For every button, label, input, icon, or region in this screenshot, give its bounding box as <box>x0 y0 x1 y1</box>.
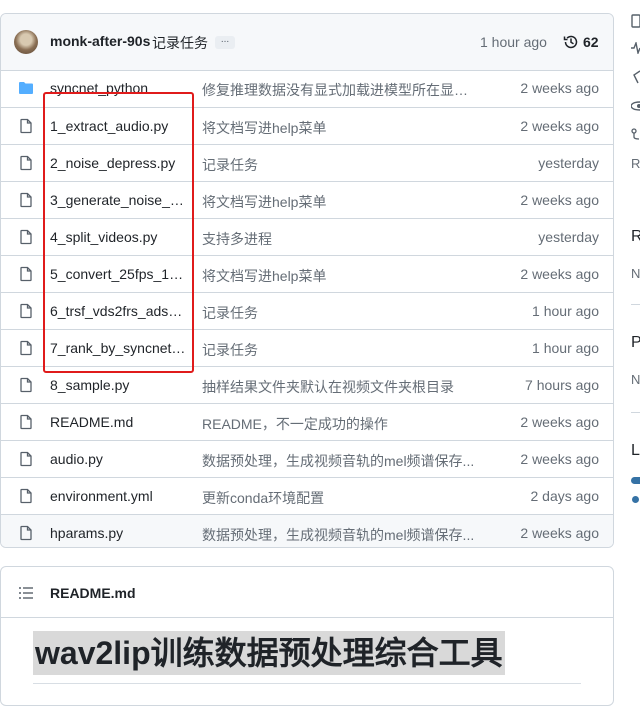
file-commit-age: 1 hour ago <box>532 303 599 319</box>
file-name-link[interactable]: 3_generate_noise_d... <box>50 192 186 208</box>
language-dot[interactable] <box>632 496 639 503</box>
commit-message[interactable]: 记录任务 <box>152 33 208 53</box>
sidebar-divider <box>631 304 640 305</box>
readme-title[interactable]: README.md <box>50 585 136 601</box>
sidebar-divider <box>631 412 640 413</box>
file-commit-message[interactable]: 修复推理数据没有显式加载进模型所在显卡... <box>202 80 479 100</box>
file-row[interactable]: 3_generate_noise_d... 将文档写进help菜单 2 weeks … <box>1 181 613 218</box>
file-icon <box>18 266 34 287</box>
sidebar-packages-empty: N <box>631 372 640 387</box>
file-commit-message[interactable]: 记录任务 <box>202 155 479 175</box>
file-name-link[interactable]: 8_sample.py <box>50 377 186 393</box>
file-row[interactable]: 5_convert_25fps_16... 将文档写进help菜单 2 weeks … <box>1 255 613 292</box>
file-commit-age: yesterday <box>538 229 599 245</box>
file-row[interactable]: environment.yml 更新conda环境配置 2 days ago <box>1 477 613 514</box>
file-icon <box>18 377 34 398</box>
file-name-link[interactable]: audio.py <box>50 451 186 467</box>
file-commit-age: 2 weeks ago <box>520 118 599 134</box>
star-icon[interactable] <box>631 70 640 84</box>
sidebar-packages-heading[interactable]: P <box>631 334 640 352</box>
file-icon <box>18 155 34 176</box>
file-name-link[interactable]: environment.yml <box>50 488 186 504</box>
file-commit-message[interactable]: 记录任务 <box>202 303 479 323</box>
commit-time[interactable]: 1 hour ago <box>480 34 547 50</box>
latest-commit-bar: monk-after-90s 记录任务 ... 1 hour ago 62 <box>1 14 613 71</box>
file-name-link[interactable]: 5_convert_25fps_16... <box>50 266 186 282</box>
file-icon <box>18 488 34 509</box>
file-icon <box>18 118 34 139</box>
file-commit-age: 2 weeks ago <box>520 525 599 541</box>
avatar[interactable] <box>14 30 38 54</box>
history-icon[interactable] <box>563 34 579 50</box>
file-name-link[interactable]: 4_split_videos.py <box>50 229 186 245</box>
file-commit-age: 2 weeks ago <box>520 192 599 208</box>
file-commit-age: 2 weeks ago <box>520 414 599 430</box>
file-commit-age: 2 weeks ago <box>520 80 599 96</box>
file-commit-message[interactable]: 数据预处理，生成视频音轨的mel频谱保存... <box>202 451 479 471</box>
file-row[interactable]: hparams.py 数据预处理，生成视频音轨的mel频谱保存... 2 weeks… <box>1 514 613 547</box>
file-name-link[interactable]: 2_noise_depress.py <box>50 155 186 171</box>
commit-count[interactable]: 62 <box>583 34 599 50</box>
file-name-link[interactable]: syncnet_python <box>50 80 186 96</box>
file-name-link[interactable]: 1_extract_audio.py <box>50 118 186 134</box>
file-icon <box>18 229 34 250</box>
sidebar-releases-heading[interactable]: R <box>631 228 640 246</box>
file-commit-message[interactable]: 支持多进程 <box>202 229 479 249</box>
file-icon <box>18 303 34 324</box>
file-row[interactable]: 6_trsf_vds2frs_ads.py 记录任务 1 hour ago <box>1 292 613 329</box>
fork-icon[interactable] <box>631 128 640 142</box>
file-commit-message[interactable]: 数据预处理，生成视频音轨的mel频谱保存... <box>202 525 479 545</box>
language-bar <box>631 477 640 484</box>
file-name-link[interactable]: hparams.py <box>50 525 186 541</box>
file-commit-age: 1 hour ago <box>532 340 599 356</box>
file-name-link[interactable]: 7_rank_by_syncnet.py <box>50 340 186 356</box>
file-icon <box>18 192 34 213</box>
file-row[interactable]: 4_split_videos.py 支持多进程 yesterday <box>1 218 613 255</box>
file-row[interactable]: audio.py 数据预处理，生成视频音轨的mel频谱保存... 2 weeks a… <box>1 440 613 477</box>
expand-commit-button[interactable]: ... <box>215 35 235 49</box>
commit-author[interactable]: monk-after-90s <box>50 33 150 49</box>
file-commit-message[interactable]: README，不一定成功的操作 <box>202 414 479 434</box>
file-name-link[interactable]: 6_trsf_vds2frs_ads.py <box>50 303 186 319</box>
file-icon <box>18 414 34 435</box>
readme-header: README.md <box>1 567 613 618</box>
file-commit-message[interactable]: 将文档写进help菜单 <box>202 266 479 286</box>
file-commit-message[interactable]: 将文档写进help菜单 <box>202 118 479 138</box>
file-row[interactable]: 2_noise_depress.py 记录任务 yesterday <box>1 144 613 181</box>
list-icon[interactable] <box>18 585 34 601</box>
readme-heading: wav2lip训练数据预处理综合工具 <box>33 631 505 675</box>
file-commit-age: 2 days ago <box>530 488 600 504</box>
file-row[interactable]: 1_extract_audio.py 将文档写进help菜单 2 weeks ago <box>1 107 613 144</box>
file-icon <box>18 340 34 361</box>
eye-icon[interactable] <box>631 100 640 112</box>
file-commit-age: yesterday <box>538 155 599 171</box>
file-commit-message[interactable]: 将文档写进help菜单 <box>202 192 479 212</box>
file-commit-age: 2 weeks ago <box>520 451 599 467</box>
folder-icon <box>18 80 34 101</box>
file-commit-message[interactable]: 更新conda环境配置 <box>202 488 479 508</box>
file-commit-age: 2 weeks ago <box>520 266 599 282</box>
readme-panel: README.md wav2lip训练数据预处理综合工具 <box>0 566 614 706</box>
file-row[interactable]: 7_rank_by_syncnet.py 记录任务 1 hour ago <box>1 329 613 366</box>
sidebar-report-link[interactable]: R <box>631 156 640 171</box>
folder-row[interactable]: syncnet_python 修复推理数据没有显式加载进模型所在显卡... 2 we… <box>1 70 613 107</box>
file-browser: monk-after-90s 记录任务 ... 1 hour ago 62 sy… <box>0 13 614 548</box>
file-name-link[interactable]: README.md <box>50 414 186 430</box>
file-commit-message[interactable]: 记录任务 <box>202 340 479 360</box>
book-icon[interactable] <box>631 14 640 28</box>
file-row[interactable]: 8_sample.py 抽样结果文件夹默认在视频文件夹根目录 7 hours ago <box>1 366 613 403</box>
activity-icon[interactable] <box>631 42 640 54</box>
file-icon <box>18 451 34 472</box>
file-row[interactable]: README.md README，不一定成功的操作 2 weeks ago <box>1 403 613 440</box>
file-commit-age: 7 hours ago <box>525 377 599 393</box>
file-commit-message[interactable]: 抽样结果文件夹默认在视频文件夹根目录 <box>202 377 479 397</box>
file-icon <box>18 525 34 546</box>
sidebar-languages-heading: L <box>631 442 640 459</box>
heading-divider <box>33 683 581 684</box>
sidebar-releases-empty: N <box>631 266 640 281</box>
